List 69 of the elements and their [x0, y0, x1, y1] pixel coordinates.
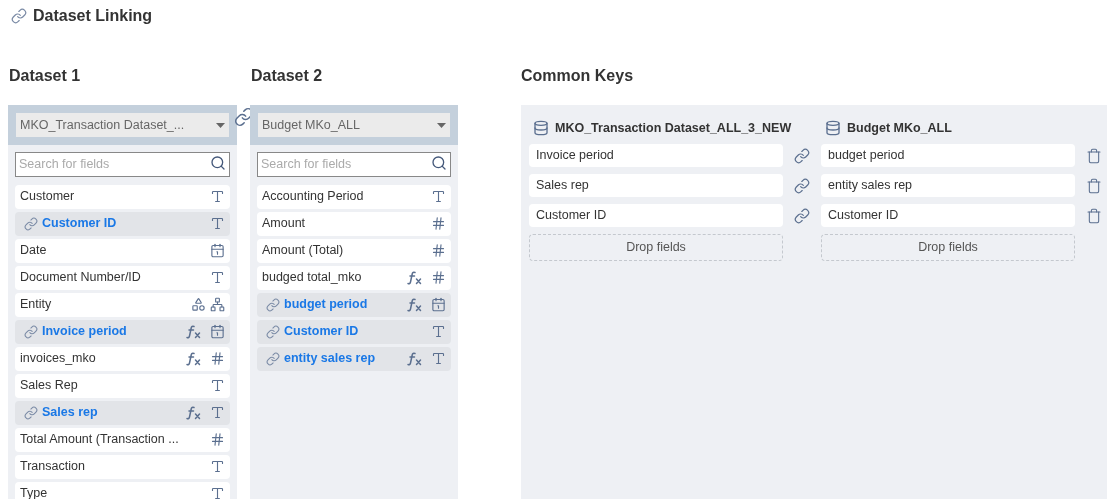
delete-icon[interactable] — [1086, 177, 1102, 194]
link-icon — [266, 351, 280, 366]
field-name: budget period — [284, 296, 369, 314]
search-icon — [210, 155, 226, 171]
field-item[interactable]: Transaction — [15, 454, 230, 479]
dataset-dropdown[interactable]: MKO_Transaction Dataset_... — [16, 113, 229, 137]
field-name: Document Number/ID — [20, 269, 142, 287]
search-icon — [431, 155, 447, 171]
field-name: Amount — [262, 215, 307, 233]
key-field[interactable]: Invoice period — [529, 144, 783, 167]
link-icon — [24, 216, 38, 231]
field-item[interactable]: invoices_mko — [15, 346, 230, 371]
drop-zone[interactable]: Drop fields — [529, 234, 783, 261]
field-item[interactable]: Entity — [15, 292, 230, 317]
field-item[interactable]: Amount (Total) — [257, 238, 451, 263]
field-name: Total Amount (Transaction ... — [20, 431, 180, 449]
page-title: Dataset Linking — [33, 6, 153, 26]
field-name: Sales Rep — [20, 377, 79, 395]
field-name: Type — [20, 485, 49, 499]
key-field[interactable]: Customer ID — [529, 204, 783, 227]
field-item[interactable]: Customer — [15, 184, 230, 209]
section-heading: Dataset 2 — [250, 66, 324, 86]
field-name: entity sales rep — [284, 350, 376, 368]
key-field[interactable]: Customer ID — [821, 204, 1075, 227]
delete-icon[interactable] — [1086, 147, 1102, 164]
field-item[interactable]: Sales Rep — [15, 373, 230, 398]
caret-icon — [437, 122, 446, 128]
field-name: Customer — [20, 188, 76, 206]
field-name: Customer ID — [284, 323, 360, 341]
dataset-name: MKO_Transaction Dataset_ALL_3_NEW — [555, 119, 792, 137]
link-icon — [24, 324, 38, 339]
caret-icon — [216, 122, 225, 128]
dataset-dropdown[interactable]: Budget MKo_ALL — [258, 113, 450, 137]
database-icon — [825, 120, 841, 136]
field-name: Entity — [20, 296, 53, 314]
field-name: Customer ID — [42, 215, 118, 233]
field-name: budged total_mko — [262, 269, 363, 287]
field-name: Sales rep — [42, 404, 99, 422]
key-field[interactable]: entity sales rep — [821, 174, 1075, 197]
field-name: Invoice period — [42, 323, 128, 341]
section-heading: Dataset 1 — [8, 66, 82, 86]
field-item[interactable]: Date — [15, 238, 230, 263]
link-icon — [266, 297, 280, 312]
field-name: Transaction — [20, 458, 86, 476]
delete-icon[interactable] — [1086, 207, 1102, 224]
field-item[interactable]: Accounting Period — [257, 184, 451, 209]
field-item[interactable]: Total Amount (Transaction ... — [15, 427, 230, 452]
field-item[interactable]: Type — [15, 481, 230, 499]
field-name: Amount (Total) — [262, 242, 345, 260]
link-icon — [11, 8, 27, 24]
section-heading: Common Keys — [521, 66, 635, 86]
link-icon — [794, 147, 810, 164]
field-item[interactable]: budged total_mko — [257, 265, 451, 290]
field-item[interactable]: Amount — [257, 211, 451, 236]
dataset-name: Budget MKo_ALL — [847, 119, 952, 137]
database-icon — [533, 120, 549, 136]
link-icon — [266, 324, 280, 339]
drop-zone[interactable]: Drop fields — [821, 234, 1075, 261]
link-icon — [24, 405, 38, 420]
key-field[interactable]: Sales rep — [529, 174, 783, 197]
search-field[interactable]: Search for fields — [15, 151, 230, 177]
key-field[interactable]: budget period — [821, 144, 1075, 167]
field-name: invoices_mko — [20, 350, 97, 368]
search-field[interactable]: Search for fields — [257, 151, 451, 177]
field-item[interactable]: Document Number/ID — [15, 265, 230, 290]
link-icon — [794, 177, 810, 194]
link-icon — [794, 207, 810, 224]
field-name: Accounting Period — [262, 188, 365, 206]
field-name: Date — [20, 242, 48, 260]
